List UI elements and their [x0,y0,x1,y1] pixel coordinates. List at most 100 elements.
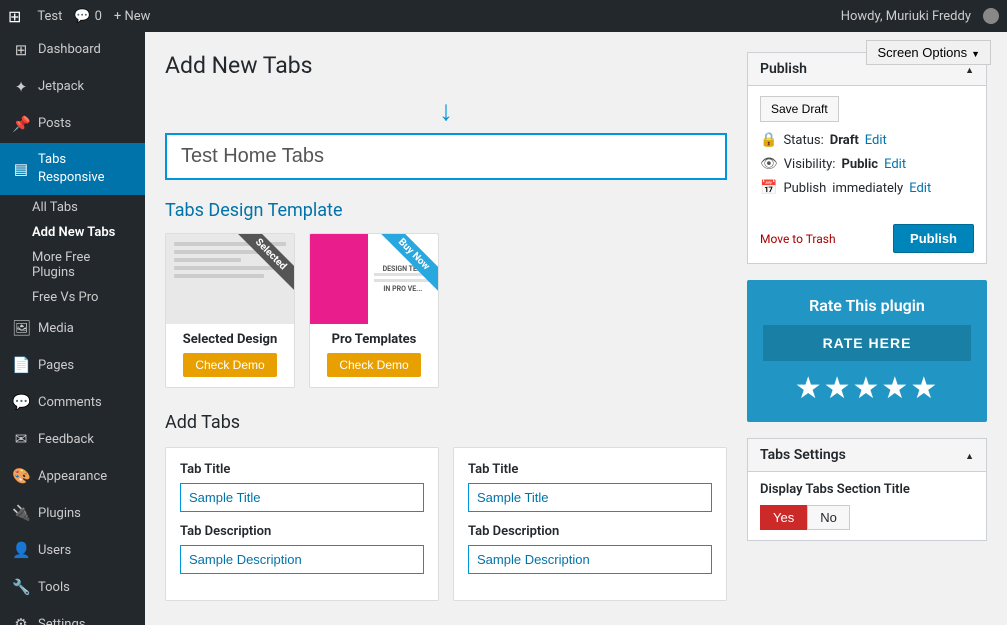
settings-icon: ⚙ [12,614,30,625]
yes-toggle-button[interactable]: Yes [760,505,807,530]
visibility-edit-link[interactable]: Edit [884,157,906,172]
post-title-input[interactable] [165,133,727,180]
pages-icon: 📄 [12,355,30,376]
publish-panel-body: Save Draft 🔒 Status: Draft Edit 👁 Visibi… [748,86,986,214]
comments-count[interactable]: 💬 0 [74,9,102,24]
sidebar-item-media[interactable]: 🖼 Media [0,310,145,347]
visibility-value: Public [841,157,878,172]
ribbon-pro: Buy Now [368,234,438,304]
publish-time-label: Publish [783,181,826,196]
yes-no-toggle: Yes No [760,505,974,530]
templates-row: Selected Selected Design Check Demo DESI… [165,233,727,388]
sidebar-item-dashboard[interactable]: ⊞ Dashboard [0,32,145,69]
publish-panel-footer: Move to Trash Publish [748,214,986,263]
visibility-label: Visibility: [784,157,836,172]
sidebar-subitem-free-vs-pro[interactable]: Free Vs Pro [0,285,145,310]
add-tabs-section-title: Add Tabs [165,412,727,433]
tab-desc-label-2: Tab Description [468,524,712,539]
sidebar-item-settings[interactable]: ⚙ Settings [0,606,145,625]
sidebar-item-comments[interactable]: 💬 Comments [0,384,145,421]
jetpack-icon: ✦ [12,77,30,98]
tab-desc-label-1: Tab Description [180,524,424,539]
template-name-selected: Selected Design [166,332,294,347]
sidebar-item-plugins[interactable]: 🔌 Plugins [0,495,145,532]
site-name[interactable]: Test [37,9,62,24]
ribbon-selected: Selected [224,234,294,304]
display-section-title-label: Display Tabs Section Title [760,482,974,497]
chevron-down-icon [971,45,980,60]
rate-here-button[interactable]: RATE HERE [763,325,971,361]
sidebar-subitem-all-tabs[interactable]: All Tabs [0,195,145,220]
rate-plugin-panel: Rate This plugin RATE HERE ★★★★★ [747,280,987,422]
avatar [983,8,999,24]
sidebar-item-tabs-responsive[interactable]: ▤ Tabs Responsive [0,143,145,195]
howdy-text: Howdy, Muriuki Freddy [841,9,971,24]
tabs-settings-body: Display Tabs Section Title Yes No [748,472,986,540]
template-card-pro: DESIGN TE... IN PRO VE... Buy Now Pro Te… [309,233,439,388]
sidebar-item-feedback[interactable]: ✉ Feedback [0,421,145,458]
tab-title-label-2: Tab Title [468,462,712,477]
tools-icon: 🔧 [12,577,30,598]
arrow-down-indicator: ↓ [165,94,727,127]
tab-desc-input-2[interactable] [468,545,712,574]
status-edit-link[interactable]: Edit [865,133,887,148]
sidebar-item-users[interactable]: 👤 Users [0,532,145,569]
publish-time-row: 📅 Publish immediately Edit [760,180,974,196]
template-card-selected: Selected Selected Design Check Demo [165,233,295,388]
tab-title-input-2[interactable] [468,483,712,512]
screen-options-bar: Screen Options [850,32,1007,73]
check-demo-button-selected[interactable]: Check Demo [183,353,276,377]
tab-card-2: Tab Title Tab Description [453,447,727,601]
sidebar-item-jetpack[interactable]: ✦ Jetpack [0,69,145,106]
sidebar-subitem-more-free-plugins[interactable]: More Free Plugins [0,245,145,285]
page-title: Add New Tabs [165,52,727,79]
tab-desc-input-1[interactable] [180,545,424,574]
design-template-section-title: Tabs Design Template [165,200,727,221]
publish-panel: Publish Save Draft 🔒 Status: Draft Edit … [747,52,987,264]
publish-time-value: immediately [832,181,903,196]
save-draft-button[interactable]: Save Draft [760,96,839,122]
tabs-settings-panel: Tabs Settings Display Tabs Section Title… [747,438,987,541]
rate-stars: ★★★★★ [763,371,971,406]
template-name-pro: Pro Templates [310,332,438,347]
sidebar: ⊞ Dashboard ✦ Jetpack 📌 Posts ▤ Tabs Res… [0,32,145,625]
plugins-icon: 🔌 [12,503,30,524]
check-demo-button-pro[interactable]: Check Demo [327,353,420,377]
admin-bar: ⊞ Test 💬 0 + New Howdy, Muriuki Freddy [0,0,1007,32]
wp-logo-icon: ⊞ [8,7,21,26]
sidebar-item-tools[interactable]: 🔧 Tools [0,569,145,606]
chevron-up-icon-settings [965,447,974,463]
screen-options-label: Screen Options [877,45,967,60]
tab-card-1: Tab Title Tab Description [165,447,439,601]
visibility-row: 👁 Visibility: Public Edit [760,156,974,172]
comments-icon: 💬 [12,392,30,413]
tab-title-input-1[interactable] [180,483,424,512]
tabs-grid: Tab Title Tab Description Tab Title Tab … [165,447,727,601]
sidebar-item-pages[interactable]: 📄 Pages [0,347,145,384]
sidebar-subitem-add-new-tabs[interactable]: Add New Tabs [0,220,145,245]
status-value: Draft [830,133,859,148]
status-row: 🔒 Status: Draft Edit [760,132,974,148]
no-toggle-button[interactable]: No [807,505,850,530]
status-label: Status: [783,133,823,148]
sidebar-item-appearance[interactable]: 🎨 Appearance [0,458,145,495]
publish-button[interactable]: Publish [893,224,974,253]
new-button[interactable]: + New [114,9,151,24]
appearance-icon: 🎨 [12,466,30,487]
posts-icon: 📌 [12,114,30,135]
template-preview-selected: Selected [166,234,294,324]
lock-icon: 🔒 [760,132,777,148]
publish-panel-title: Publish [760,61,807,77]
publish-time-edit-link[interactable]: Edit [909,181,931,196]
rate-plugin-title: Rate This plugin [763,296,971,315]
template-preview-pro: DESIGN TE... IN PRO VE... Buy Now [310,234,438,324]
users-icon: 👤 [12,540,30,561]
eye-icon: 👁 [760,156,778,172]
main-content: Add New Tabs ↓ Tabs Design Template [145,32,1007,621]
tabs-settings-title: Tabs Settings [760,447,846,463]
sidebar-item-posts[interactable]: 📌 Posts [0,106,145,143]
calendar-icon: 📅 [760,180,777,196]
move-to-trash-link[interactable]: Move to Trash [760,232,836,246]
tabs-icon: ▤ [12,159,30,180]
screen-options-button[interactable]: Screen Options [866,40,991,65]
